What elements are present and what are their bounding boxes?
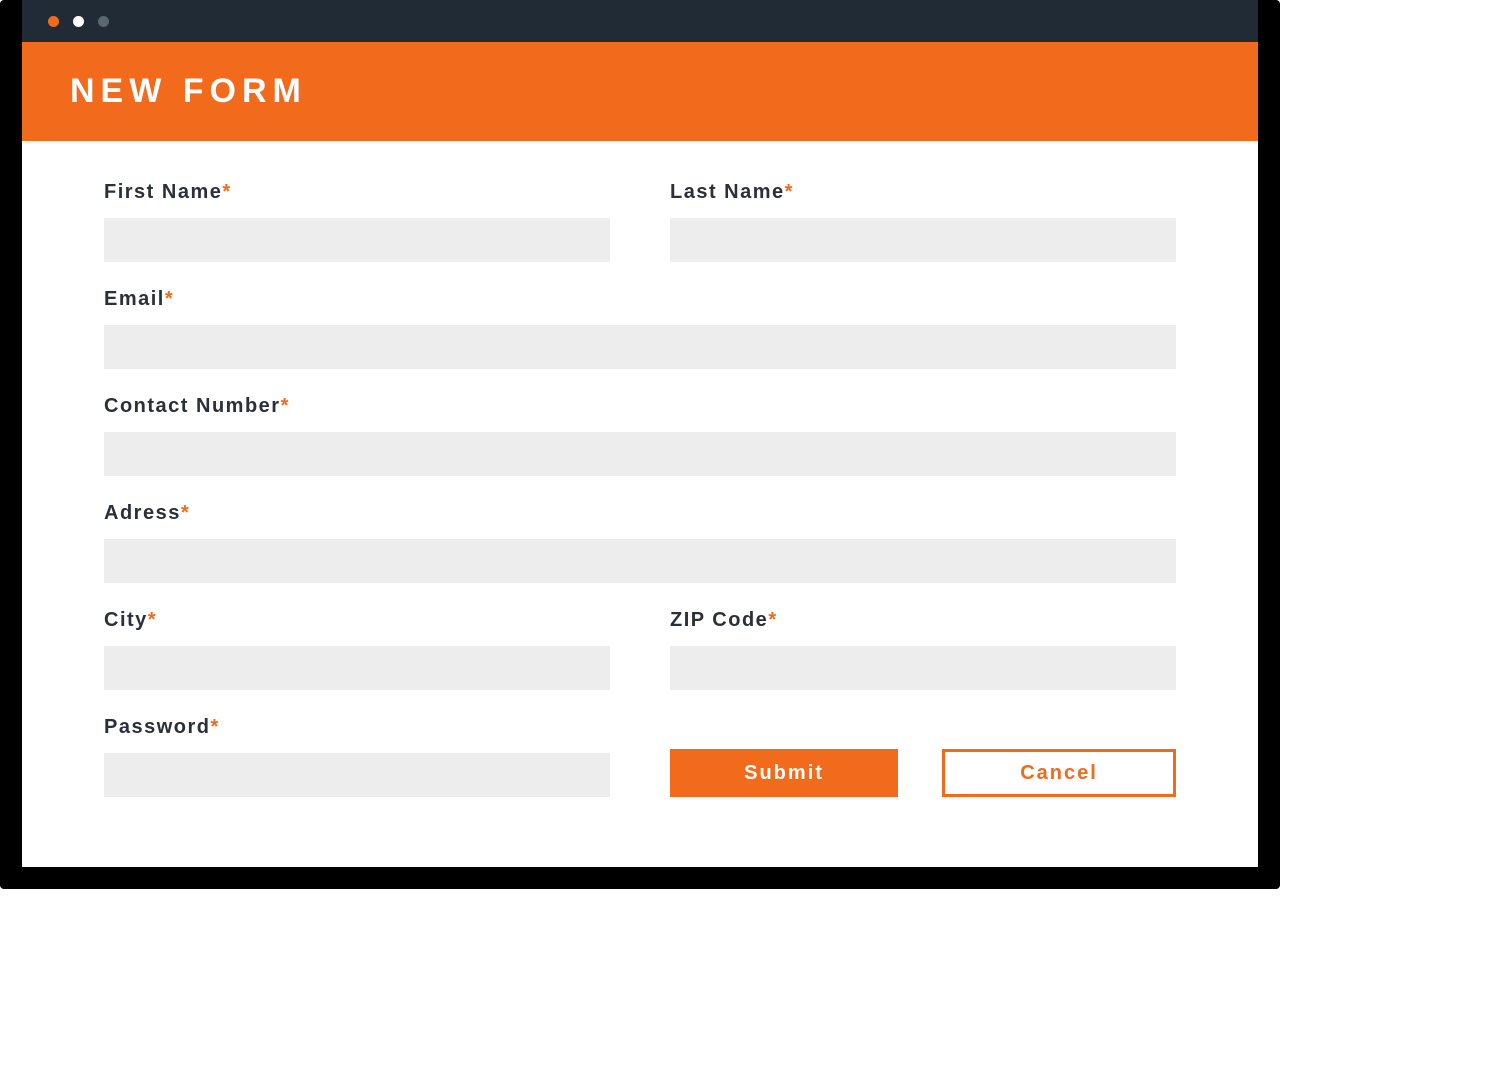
- required-mark: *: [281, 395, 290, 417]
- email-field: Email*: [104, 288, 1176, 369]
- password-field: Password*: [104, 716, 610, 797]
- window-control-maximize-icon[interactable]: [98, 16, 109, 27]
- required-mark: *: [165, 288, 174, 310]
- form: First Name* Last Name* Email*: [22, 141, 1258, 867]
- last-name-field: Last Name*: [670, 181, 1176, 262]
- password-input[interactable]: [104, 753, 610, 797]
- submit-button[interactable]: Submit: [670, 749, 898, 797]
- app-window: NEW FORM First Name* Last Name*: [22, 0, 1258, 867]
- label-text: ZIP Code: [670, 609, 768, 631]
- email-input[interactable]: [104, 325, 1176, 369]
- required-mark: *: [181, 502, 190, 524]
- label-text: Last Name: [670, 181, 785, 203]
- first-name-label: First Name*: [104, 181, 610, 204]
- contact-number-field: Contact Number*: [104, 395, 1176, 476]
- label-text: Contact Number: [104, 395, 281, 417]
- address-input[interactable]: [104, 539, 1176, 583]
- zip-code-input[interactable]: [670, 646, 1176, 690]
- last-name-label: Last Name*: [670, 181, 1176, 204]
- zip-code-field: ZIP Code*: [670, 609, 1176, 690]
- label-text: Password: [104, 716, 210, 738]
- city-label: City*: [104, 609, 610, 632]
- contact-number-label: Contact Number*: [104, 395, 1176, 418]
- window-control-minimize-icon[interactable]: [73, 16, 84, 27]
- page-title: NEW FORM: [22, 42, 1258, 141]
- required-mark: *: [210, 716, 219, 738]
- first-name-input[interactable]: [104, 218, 610, 262]
- address-label: Adress*: [104, 502, 1176, 525]
- form-actions: Submit Cancel: [670, 716, 1176, 797]
- first-name-field: First Name*: [104, 181, 610, 262]
- required-mark: *: [222, 181, 231, 203]
- required-mark: *: [148, 609, 157, 631]
- city-field: City*: [104, 609, 610, 690]
- label-text: City: [104, 609, 148, 631]
- email-label: Email*: [104, 288, 1176, 311]
- required-mark: *: [785, 181, 794, 203]
- label-text: Adress: [104, 502, 181, 524]
- zip-code-label: ZIP Code*: [670, 609, 1176, 632]
- cancel-button[interactable]: Cancel: [942, 749, 1176, 797]
- last-name-input[interactable]: [670, 218, 1176, 262]
- contact-number-input[interactable]: [104, 432, 1176, 476]
- city-input[interactable]: [104, 646, 610, 690]
- label-text: Email: [104, 288, 165, 310]
- window-frame: NEW FORM First Name* Last Name*: [0, 0, 1280, 889]
- label-text: First Name: [104, 181, 222, 203]
- required-mark: *: [768, 609, 777, 631]
- password-label: Password*: [104, 716, 610, 739]
- address-field: Adress*: [104, 502, 1176, 583]
- window-control-close-icon[interactable]: [48, 16, 59, 27]
- titlebar: [22, 0, 1258, 42]
